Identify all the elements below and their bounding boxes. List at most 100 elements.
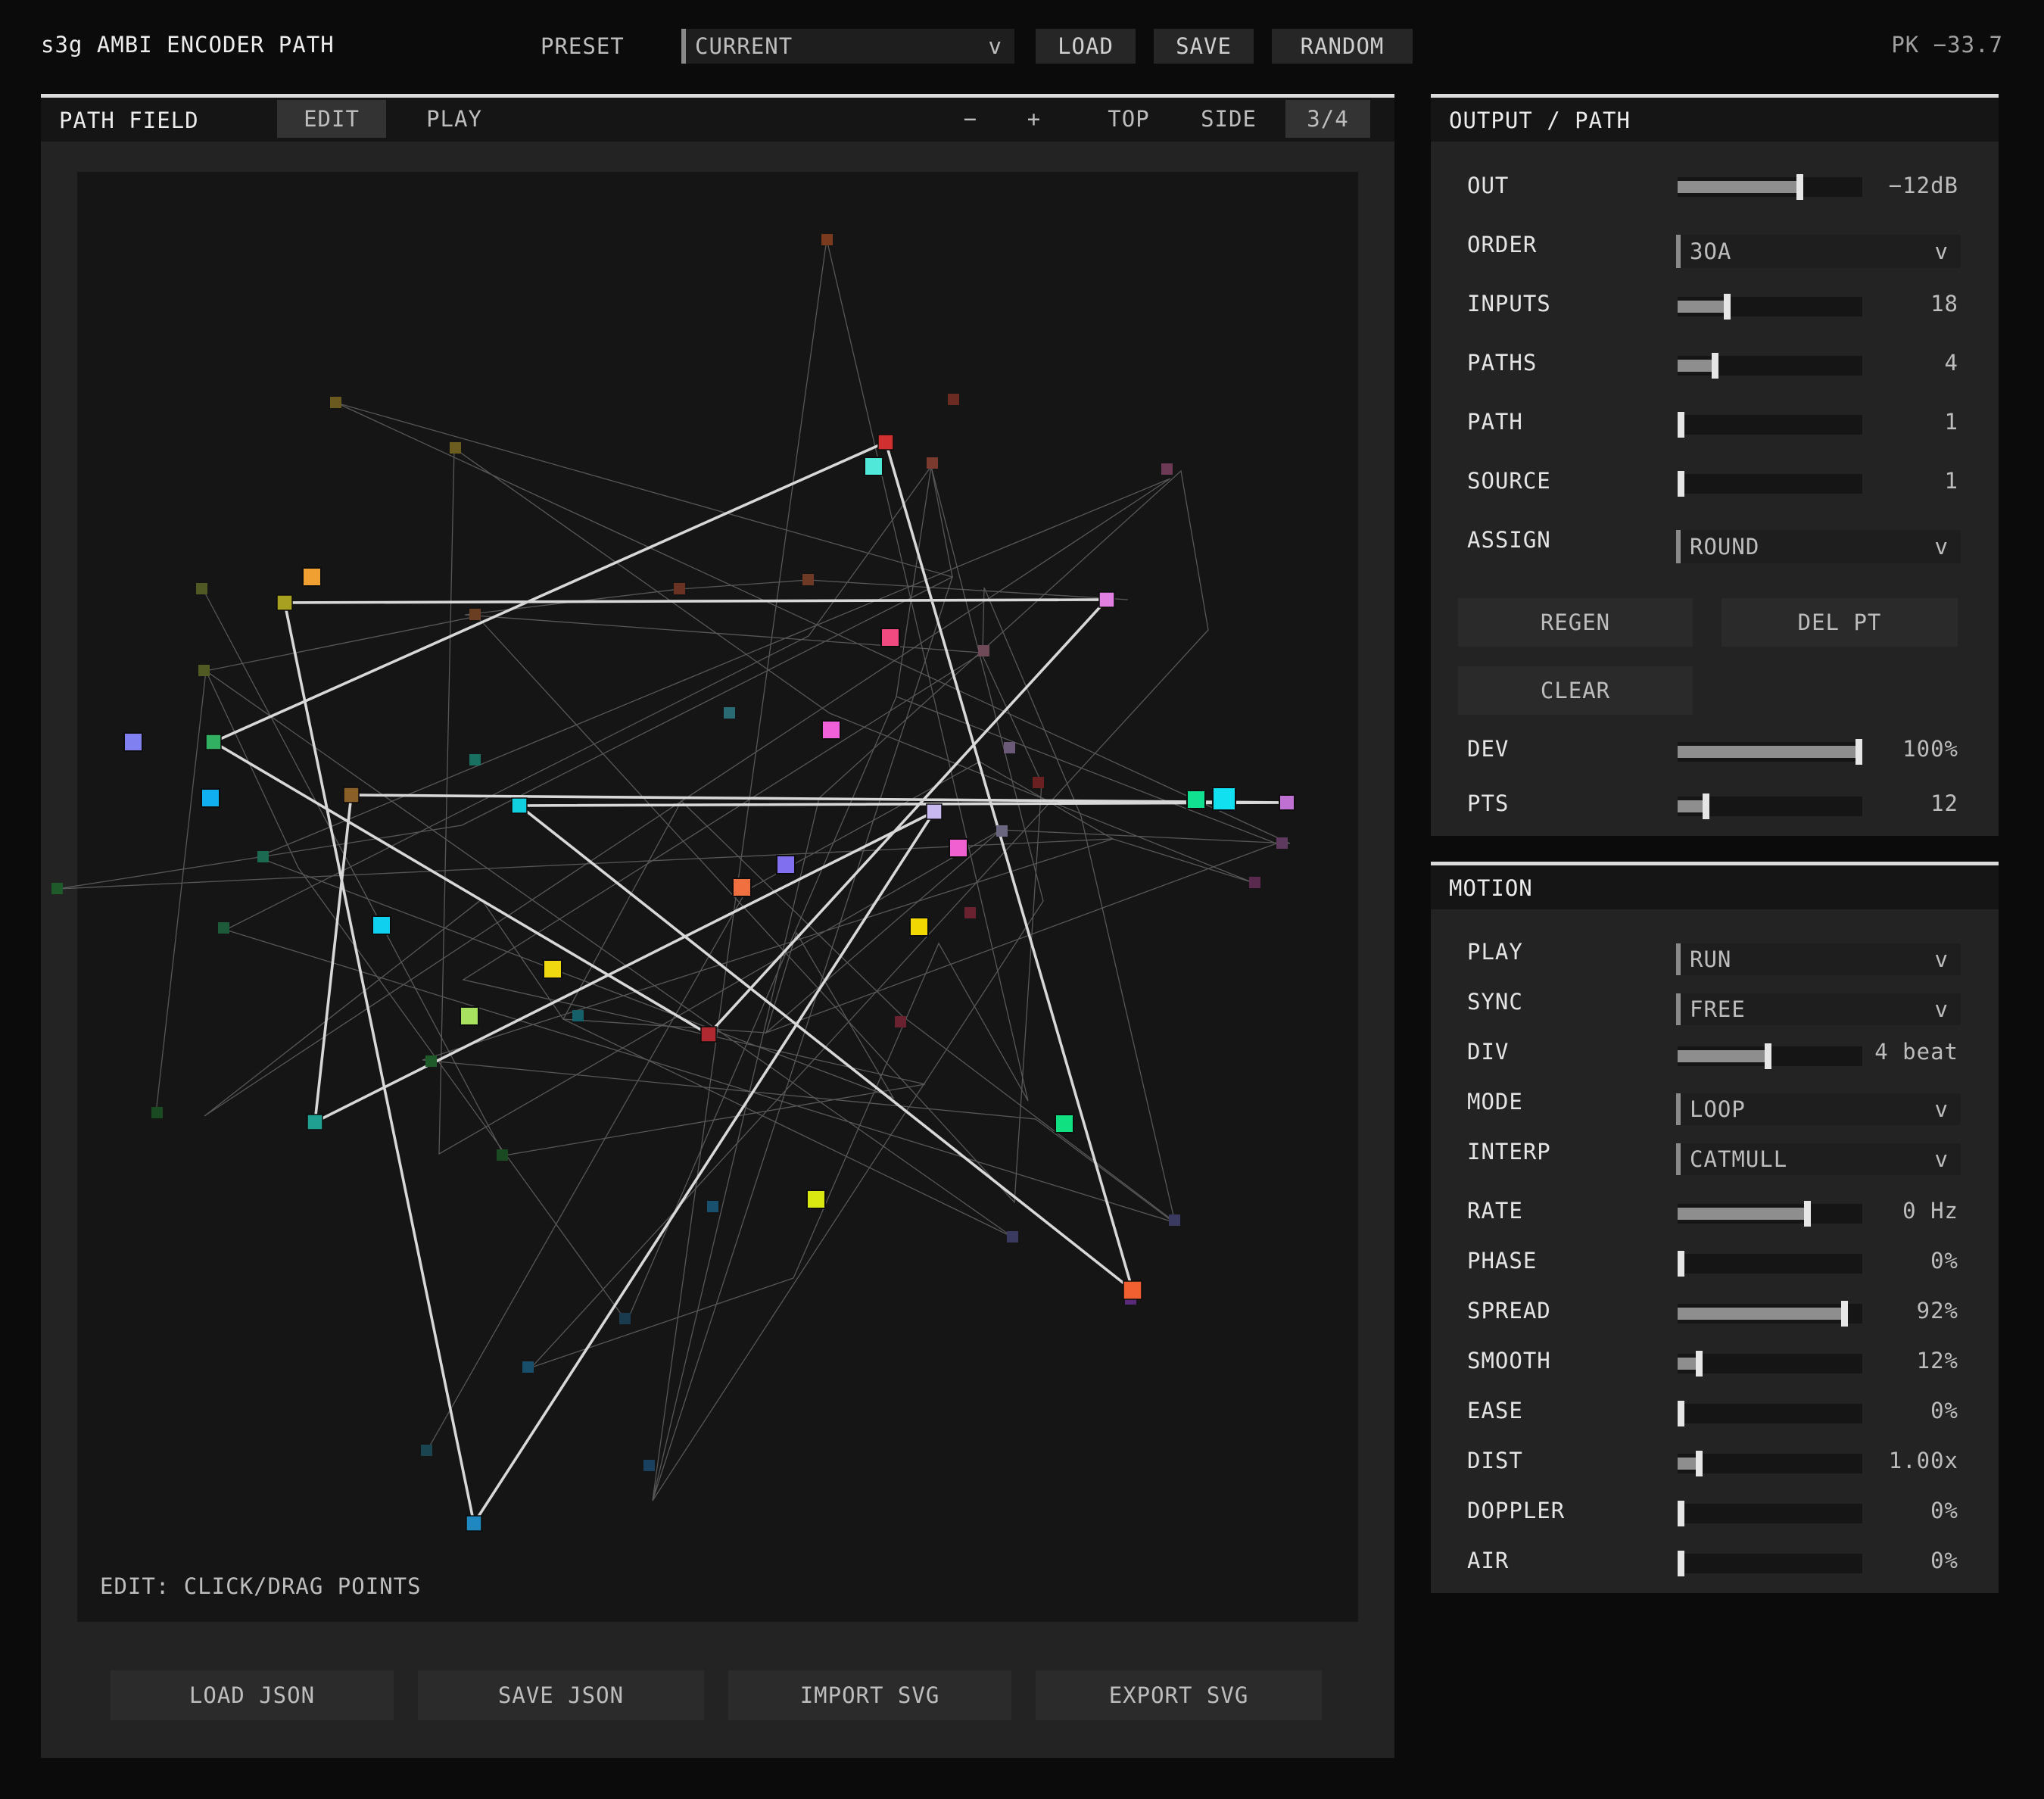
- path-point: [927, 457, 938, 469]
- rate-value: 0 Hz: [1902, 1198, 1958, 1224]
- pts-label: PTS: [1467, 790, 1510, 816]
- air-slider[interactable]: [1678, 1551, 1862, 1576]
- path-point: [307, 1114, 323, 1130]
- path-point: [619, 1313, 631, 1324]
- import-svg-button[interactable]: IMPORT SVG: [728, 1670, 1011, 1720]
- path-point: [802, 574, 814, 585]
- path-point: [572, 1010, 584, 1021]
- order-selected: 3OA: [1690, 239, 1732, 264]
- path-point: [151, 1107, 163, 1118]
- path-point: [1098, 591, 1115, 608]
- source-point: [949, 838, 968, 858]
- path-point: [276, 594, 293, 611]
- path-point: [700, 1026, 717, 1043]
- pts-slider[interactable]: [1678, 793, 1862, 819]
- out-slider[interactable]: [1678, 174, 1862, 200]
- path-point: [469, 609, 481, 620]
- rate-label: RATE: [1467, 1198, 1523, 1224]
- spread-slider[interactable]: [1678, 1301, 1862, 1327]
- delete-point-button[interactable]: DEL PT: [1722, 598, 1958, 647]
- source-point: [732, 878, 752, 897]
- export-svg-button[interactable]: EXPORT SVG: [1036, 1670, 1322, 1720]
- phase-slider[interactable]: [1678, 1251, 1862, 1277]
- output-path-panel: [1431, 94, 1999, 836]
- inputs-slider[interactable]: [1678, 294, 1862, 320]
- smooth-value: 12%: [1916, 1348, 1958, 1373]
- clear-button[interactable]: CLEAR: [1458, 666, 1693, 715]
- mode-label: MODE: [1467, 1089, 1523, 1115]
- motion-title: MOTION: [1449, 875, 1533, 901]
- ease-slider[interactable]: [1678, 1401, 1862, 1426]
- path-point: [522, 1361, 534, 1373]
- dev-label: DEV: [1467, 736, 1510, 762]
- path-point: [1004, 742, 1015, 753]
- path-point: [996, 825, 1008, 837]
- source-slider[interactable]: [1678, 471, 1862, 497]
- interp-select[interactable]: CATMULL v: [1676, 1143, 1961, 1175]
- source-point: [1279, 794, 1295, 811]
- out-label: OUT: [1467, 173, 1510, 198]
- mode-selected: LOOP: [1690, 1096, 1746, 1122]
- path-slider[interactable]: [1678, 412, 1862, 438]
- chevron-down-icon: v: [1934, 534, 1949, 560]
- order-select[interactable]: 3OA v: [1676, 235, 1961, 268]
- doppler-label: DOPPLER: [1467, 1498, 1566, 1523]
- path-point: [926, 803, 943, 820]
- chevron-down-icon: v: [1934, 996, 1949, 1022]
- mode-select[interactable]: LOOP v: [1676, 1093, 1961, 1125]
- air-value: 0%: [1930, 1548, 1958, 1573]
- doppler-value: 0%: [1930, 1498, 1958, 1523]
- inputs-label: INPUTS: [1467, 291, 1551, 316]
- air-label: AIR: [1467, 1548, 1510, 1573]
- path-point: [1276, 837, 1288, 849]
- rate-slider[interactable]: [1678, 1201, 1862, 1227]
- div-label: DIV: [1467, 1039, 1510, 1065]
- chevron-down-icon: v: [1934, 1146, 1949, 1172]
- smooth-slider[interactable]: [1678, 1351, 1862, 1377]
- dev-slider[interactable]: [1678, 739, 1862, 765]
- path-point: [218, 922, 229, 934]
- path-point: [450, 442, 461, 454]
- sync-select[interactable]: FREE v: [1676, 993, 1961, 1025]
- chevron-down-icon: v: [1934, 1096, 1949, 1122]
- regen-button[interactable]: REGEN: [1458, 598, 1693, 647]
- source-point: [543, 959, 562, 979]
- assign-select[interactable]: ROUND v: [1676, 530, 1961, 563]
- source-point: [909, 917, 929, 937]
- paths-slider[interactable]: [1678, 353, 1862, 379]
- path-point: [978, 645, 989, 656]
- sync-selected: FREE: [1690, 996, 1746, 1022]
- interp-selected: CATMULL: [1690, 1146, 1788, 1172]
- doppler-slider[interactable]: [1678, 1501, 1862, 1526]
- source-point: [302, 567, 322, 587]
- background-paths: [57, 239, 1291, 1501]
- source-point: [806, 1189, 826, 1209]
- path-point: [343, 787, 360, 803]
- load-json-button[interactable]: LOAD JSON: [111, 1670, 394, 1720]
- save-json-button[interactable]: SAVE JSON: [418, 1670, 704, 1720]
- path-point: [205, 734, 222, 750]
- path-point: [466, 1515, 482, 1532]
- out-value: −12dB: [1888, 173, 1958, 198]
- dist-slider[interactable]: [1678, 1451, 1862, 1476]
- source-point: [460, 1006, 479, 1026]
- interp-label: INTERP: [1467, 1139, 1551, 1165]
- source-point: [201, 788, 220, 808]
- path-point: [1169, 1214, 1180, 1226]
- smooth-label: SMOOTH: [1467, 1348, 1551, 1373]
- play-select[interactable]: RUN v: [1676, 943, 1961, 975]
- div-slider[interactable]: [1678, 1043, 1862, 1069]
- play-selected: RUN: [1690, 946, 1732, 972]
- field-hint: EDIT: CLICK/DRAG POINTS: [100, 1573, 422, 1599]
- source-value: 1: [1944, 468, 1958, 494]
- play-label: PLAY: [1467, 939, 1523, 965]
- pts-value: 12: [1930, 790, 1958, 816]
- source-point: [1055, 1114, 1074, 1133]
- source-label: SOURCE: [1467, 468, 1551, 494]
- path-point: [1249, 877, 1260, 888]
- path-point: [1161, 463, 1173, 475]
- paths-value: 4: [1944, 350, 1958, 376]
- dev-value: 100%: [1902, 736, 1958, 762]
- path-point: [421, 1445, 432, 1456]
- ease-value: 0%: [1930, 1398, 1958, 1423]
